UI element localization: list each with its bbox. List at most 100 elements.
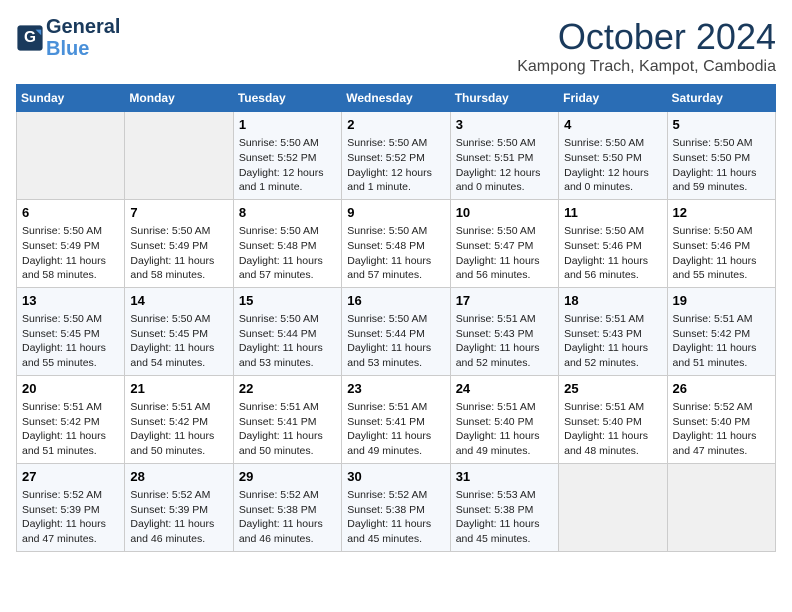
logo-icon: G — [16, 24, 44, 52]
day-number: 22 — [239, 380, 336, 398]
day-cell: 13 Sunrise: 5:50 AM Sunset: 5:45 PM Dayli… — [17, 287, 125, 375]
day-number: 26 — [673, 380, 770, 398]
day-info: Sunrise: 5:50 AM Sunset: 5:46 PM Dayligh… — [673, 224, 770, 283]
day-info: Sunrise: 5:50 AM Sunset: 5:50 PM Dayligh… — [564, 136, 661, 195]
day-cell: 12 Sunrise: 5:50 AM Sunset: 5:46 PM Dayli… — [667, 199, 775, 287]
day-cell: 8Sunrise: 5:50 AM Sunset: 5:48 PM Daylig… — [233, 199, 341, 287]
week-row-2: 6 Sunrise: 5:50 AM Sunset: 5:49 PM Daylig… — [17, 199, 776, 287]
calendar-body: 1 Sunrise: 5:50 AM Sunset: 5:52 PM Daylig… — [17, 112, 776, 552]
day-info: Sunrise: 5:50 AM Sunset: 5:52 PM Dayligh… — [347, 136, 444, 195]
day-number: 1 — [239, 116, 336, 134]
day-number: 7 — [130, 204, 227, 222]
weekday-header-sunday: Sunday — [17, 85, 125, 112]
day-cell: 4 Sunrise: 5:50 AM Sunset: 5:50 PM Daylig… — [559, 112, 667, 200]
day-number: 5 — [673, 116, 770, 134]
day-number: 16 — [347, 292, 444, 310]
day-cell: 7Sunrise: 5:50 AM Sunset: 5:49 PM Daylig… — [125, 199, 233, 287]
day-info: Sunrise: 5:51 AM Sunset: 5:40 PM Dayligh… — [456, 400, 553, 459]
day-cell: 14Sunrise: 5:50 AM Sunset: 5:45 PM Dayli… — [125, 287, 233, 375]
day-cell: 31 Sunrise: 5:53 AM Sunset: 5:38 PM Dayli… — [450, 463, 558, 551]
day-cell: 11 Sunrise: 5:50 AM Sunset: 5:46 PM Dayli… — [559, 199, 667, 287]
day-cell — [125, 112, 233, 200]
svg-text:G: G — [24, 29, 36, 46]
day-number: 6 — [22, 204, 119, 222]
month-title: October 2024 — [517, 16, 776, 58]
day-info: Sunrise: 5:51 AM Sunset: 5:41 PM Dayligh… — [239, 400, 336, 459]
day-info: Sunrise: 5:51 AM Sunset: 5:40 PM Dayligh… — [564, 400, 661, 459]
day-info: Sunrise: 5:51 AM Sunset: 5:43 PM Dayligh… — [456, 312, 553, 371]
day-info: Sunrise: 5:51 AM Sunset: 5:42 PM Dayligh… — [673, 312, 770, 371]
day-number: 15 — [239, 292, 336, 310]
day-cell: 16 Sunrise: 5:50 AM Sunset: 5:44 PM Dayli… — [342, 287, 450, 375]
day-number: 14 — [130, 292, 227, 310]
day-info: Sunrise: 5:51 AM Sunset: 5:42 PM Dayligh… — [130, 400, 227, 459]
day-number: 8 — [239, 204, 336, 222]
day-cell: 21 Sunrise: 5:51 AM Sunset: 5:42 PM Dayli… — [125, 375, 233, 463]
logo-general: General — [46, 16, 120, 38]
day-number: 12 — [673, 204, 770, 222]
day-number: 29 — [239, 468, 336, 486]
day-info: Sunrise: 5:50 AM Sunset: 5:44 PM Dayligh… — [347, 312, 444, 371]
day-cell: 3 Sunrise: 5:50 AM Sunset: 5:51 PM Daylig… — [450, 112, 558, 200]
day-number: 19 — [673, 292, 770, 310]
weekday-header-wednesday: Wednesday — [342, 85, 450, 112]
week-row-1: 1 Sunrise: 5:50 AM Sunset: 5:52 PM Daylig… — [17, 112, 776, 200]
day-number: 27 — [22, 468, 119, 486]
day-info: Sunrise: 5:50 AM Sunset: 5:52 PM Dayligh… — [239, 136, 336, 195]
day-number: 20 — [22, 380, 119, 398]
day-cell: 29 Sunrise: 5:52 AM Sunset: 5:38 PM Dayli… — [233, 463, 341, 551]
day-number: 18 — [564, 292, 661, 310]
day-info: Sunrise: 5:50 AM Sunset: 5:44 PM Dayligh… — [239, 312, 336, 371]
day-number: 30 — [347, 468, 444, 486]
day-info: Sunrise: 5:51 AM Sunset: 5:42 PM Dayligh… — [22, 400, 119, 459]
day-cell — [559, 463, 667, 551]
day-cell: 19 Sunrise: 5:51 AM Sunset: 5:42 PM Dayli… — [667, 287, 775, 375]
day-number: 21 — [130, 380, 227, 398]
logo: G General Blue — [16, 16, 120, 60]
day-cell: 1 Sunrise: 5:50 AM Sunset: 5:52 PM Daylig… — [233, 112, 341, 200]
day-info: Sunrise: 5:52 AM Sunset: 5:40 PM Dayligh… — [673, 400, 770, 459]
day-number: 11 — [564, 204, 661, 222]
day-info: Sunrise: 5:50 AM Sunset: 5:45 PM Dayligh… — [22, 312, 119, 371]
logo-blue: Blue — [46, 38, 120, 60]
day-number: 2 — [347, 116, 444, 134]
week-row-3: 13 Sunrise: 5:50 AM Sunset: 5:45 PM Dayli… — [17, 287, 776, 375]
day-cell: 18 Sunrise: 5:51 AM Sunset: 5:43 PM Dayli… — [559, 287, 667, 375]
day-info: Sunrise: 5:50 AM Sunset: 5:51 PM Dayligh… — [456, 136, 553, 195]
day-info: Sunrise: 5:50 AM Sunset: 5:47 PM Dayligh… — [456, 224, 553, 283]
day-cell: 28Sunrise: 5:52 AM Sunset: 5:39 PM Dayli… — [125, 463, 233, 551]
day-number: 10 — [456, 204, 553, 222]
week-row-5: 27Sunrise: 5:52 AM Sunset: 5:39 PM Dayli… — [17, 463, 776, 551]
day-cell: 30 Sunrise: 5:52 AM Sunset: 5:38 PM Dayli… — [342, 463, 450, 551]
title-area: October 2024 Kampong Trach, Kampot, Camb… — [517, 16, 776, 76]
day-info: Sunrise: 5:51 AM Sunset: 5:41 PM Dayligh… — [347, 400, 444, 459]
day-cell: 24 Sunrise: 5:51 AM Sunset: 5:40 PM Dayli… — [450, 375, 558, 463]
weekday-header-monday: Monday — [125, 85, 233, 112]
day-number: 4 — [564, 116, 661, 134]
day-cell: 15 Sunrise: 5:50 AM Sunset: 5:44 PM Dayli… — [233, 287, 341, 375]
day-cell: 20 Sunrise: 5:51 AM Sunset: 5:42 PM Dayli… — [17, 375, 125, 463]
day-info: Sunrise: 5:53 AM Sunset: 5:38 PM Dayligh… — [456, 488, 553, 547]
day-info: Sunrise: 5:50 AM Sunset: 5:49 PM Dayligh… — [22, 224, 119, 283]
day-info: Sunrise: 5:52 AM Sunset: 5:38 PM Dayligh… — [347, 488, 444, 547]
weekday-header-row: SundayMondayTuesdayWednesdayThursdayFrid… — [17, 85, 776, 112]
day-number: 25 — [564, 380, 661, 398]
day-info: Sunrise: 5:50 AM Sunset: 5:46 PM Dayligh… — [564, 224, 661, 283]
day-info: Sunrise: 5:52 AM Sunset: 5:38 PM Dayligh… — [239, 488, 336, 547]
day-info: Sunrise: 5:51 AM Sunset: 5:43 PM Dayligh… — [564, 312, 661, 371]
day-cell: 23Sunrise: 5:51 AM Sunset: 5:41 PM Dayli… — [342, 375, 450, 463]
day-info: Sunrise: 5:50 AM Sunset: 5:48 PM Dayligh… — [347, 224, 444, 283]
day-number: 13 — [22, 292, 119, 310]
day-number: 3 — [456, 116, 553, 134]
day-cell: 22 Sunrise: 5:51 AM Sunset: 5:41 PM Dayli… — [233, 375, 341, 463]
weekday-header-tuesday: Tuesday — [233, 85, 341, 112]
day-cell: 17Sunrise: 5:51 AM Sunset: 5:43 PM Dayli… — [450, 287, 558, 375]
day-number: 9 — [347, 204, 444, 222]
header: G General Blue October 2024 Kampong Trac… — [16, 16, 776, 76]
day-number: 24 — [456, 380, 553, 398]
weekday-header-thursday: Thursday — [450, 85, 558, 112]
day-number: 31 — [456, 468, 553, 486]
calendar-table: SundayMondayTuesdayWednesdayThursdayFrid… — [16, 84, 776, 552]
day-cell: 6 Sunrise: 5:50 AM Sunset: 5:49 PM Daylig… — [17, 199, 125, 287]
weekday-header-friday: Friday — [559, 85, 667, 112]
